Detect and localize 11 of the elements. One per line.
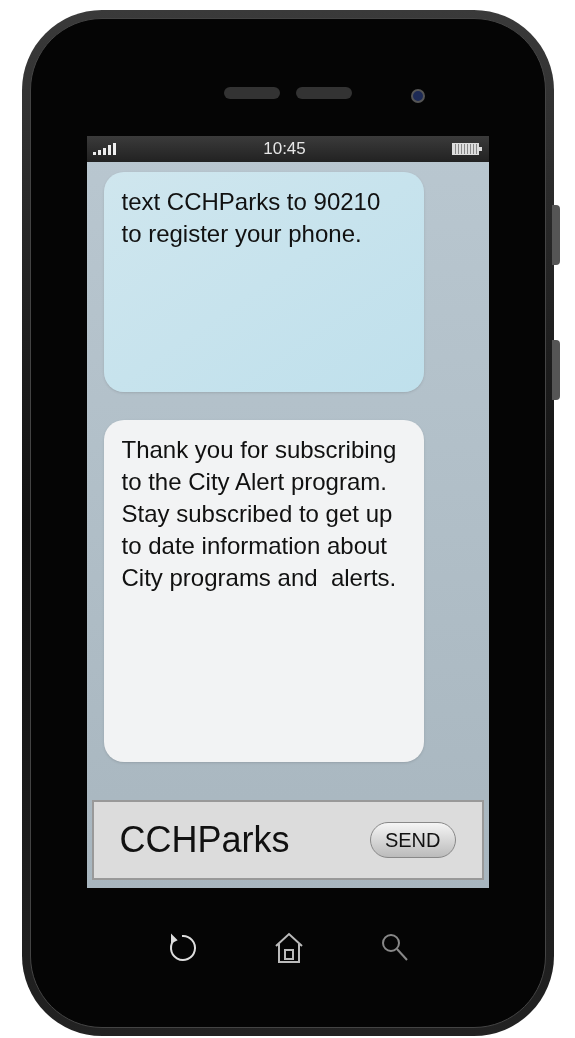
status-time: 10:45 — [263, 138, 306, 161]
signal-icon — [92, 143, 117, 155]
send-button[interactable]: SEND — [369, 822, 456, 858]
message-input[interactable]: CCHParks — [119, 813, 290, 867]
camera-icon — [410, 89, 425, 103]
speaker-grille — [223, 86, 280, 99]
speaker-grille — [295, 86, 352, 99]
message-text: Thank you for subscribing to the City Alert program. Stay subscribed to get up to date information about City programs and alerts. — [121, 435, 398, 593]
battery-icon — [452, 143, 483, 155]
message-text: text CCHParks to 90210 to register your phone. — [121, 187, 382, 249]
home-icon[interactable] — [273, 931, 304, 964]
